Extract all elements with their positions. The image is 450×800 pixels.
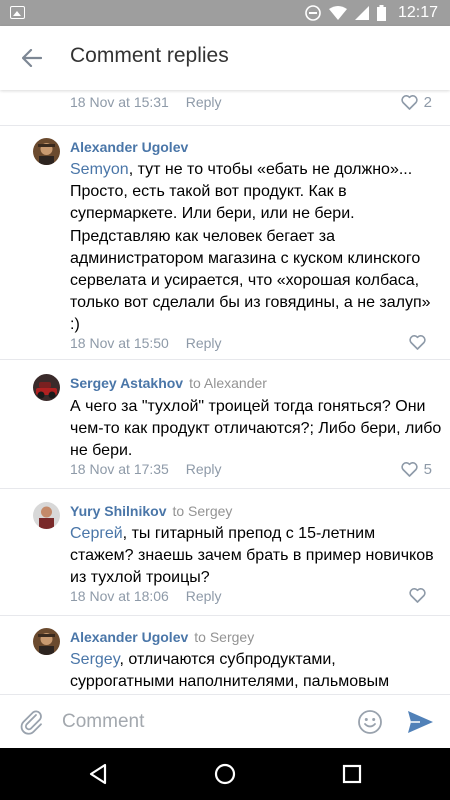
comment-author[interactable]: Yury Shilnikov bbox=[70, 503, 166, 519]
divider bbox=[0, 488, 450, 489]
comment-body: , тут не то чтобы «ебать не должно»... П… bbox=[70, 161, 431, 334]
nav-back-button[interactable] bbox=[86, 762, 110, 786]
comment-header: Alexander Ugolev to Sergey bbox=[70, 628, 254, 646]
dnd-icon bbox=[305, 5, 321, 21]
app-bar: Comment replies bbox=[0, 26, 450, 90]
image-icon bbox=[10, 6, 25, 19]
comment-author[interactable]: Sergey Astakhov bbox=[70, 375, 183, 391]
comment-header: Sergey Astakhov to Alexander bbox=[70, 374, 267, 392]
like-button[interactable] bbox=[409, 335, 432, 350]
reply-to[interactable]: to Sergey bbox=[172, 503, 232, 519]
back-button[interactable] bbox=[14, 40, 50, 76]
home-circle-icon bbox=[214, 763, 236, 785]
comment-text: А чего за "тухлой" троицей тогда гонятьс… bbox=[70, 396, 442, 463]
nav-recents-button[interactable] bbox=[340, 762, 364, 786]
replies-list[interactable]: 18 Nov at 15:31 Reply 2 Alexander Ugolev… bbox=[0, 90, 450, 694]
reply-button[interactable]: Reply bbox=[186, 94, 222, 110]
reply-button[interactable]: Reply bbox=[186, 335, 222, 351]
like-count: 5 bbox=[423, 461, 432, 478]
comment-text: Sergey, отличаются субпродуктами, суррог… bbox=[70, 649, 442, 693]
comment-header: Alexander Ugolev bbox=[70, 138, 188, 156]
comment-input[interactable] bbox=[62, 707, 342, 737]
system-nav-bar bbox=[0, 748, 450, 800]
reply-button[interactable]: Reply bbox=[186, 588, 222, 604]
avatar[interactable] bbox=[33, 138, 60, 165]
arrow-left-icon bbox=[22, 49, 42, 67]
nav-home-button[interactable] bbox=[213, 762, 237, 786]
send-icon bbox=[408, 711, 433, 733]
comment-text: Сергей, ты гитарный препод с 15-летним с… bbox=[70, 523, 442, 590]
comment-meta: 18 Nov at 15:31 Reply 2 bbox=[70, 94, 432, 116]
avatar[interactable] bbox=[33, 502, 60, 529]
wifi-icon bbox=[328, 6, 347, 20]
emoji-icon bbox=[358, 710, 382, 734]
back-triangle-icon bbox=[89, 763, 107, 785]
signal-icon bbox=[354, 6, 369, 20]
status-icons: 12:17 bbox=[305, 4, 438, 22]
attach-button[interactable] bbox=[18, 708, 46, 736]
comment-composer bbox=[0, 694, 450, 748]
comment-date: 18 Nov at 15:31 bbox=[70, 94, 169, 110]
comment-meta: 18 Nov at 18:06 Reply bbox=[70, 588, 432, 608]
comment-body: , ты гитарный препод с 15-летним стажем?… bbox=[70, 525, 434, 587]
divider bbox=[0, 615, 450, 616]
divider bbox=[0, 359, 450, 360]
comment-header: Yury Shilnikov to Sergey bbox=[70, 502, 232, 520]
comment-author[interactable]: Alexander Ugolev bbox=[70, 629, 188, 645]
comment-mention[interactable]: Sergey bbox=[70, 651, 120, 668]
paperclip-icon bbox=[20, 710, 42, 735]
heart-icon bbox=[409, 588, 426, 603]
heart-icon bbox=[401, 95, 418, 110]
status-time: 12:17 bbox=[397, 4, 438, 21]
emoji-button[interactable] bbox=[357, 709, 383, 735]
avatar[interactable] bbox=[33, 374, 60, 401]
page-title: Comment replies bbox=[70, 44, 229, 67]
comment-text: Semyon, тут не то чтобы «ебать не должно… bbox=[70, 159, 442, 337]
status-bar: 12:17 bbox=[0, 0, 450, 26]
like-button[interactable]: 2 bbox=[401, 94, 432, 111]
divider bbox=[0, 125, 450, 126]
comment-date: 18 Nov at 15:50 bbox=[70, 335, 169, 351]
heart-icon bbox=[409, 335, 426, 350]
comment-mention[interactable]: Semyon bbox=[70, 161, 129, 178]
comment-body: А чего за "тухлой" троицей тогда гонятьс… bbox=[70, 398, 442, 460]
reply-to[interactable]: to Sergey bbox=[194, 629, 254, 645]
comment-date: 18 Nov at 18:06 bbox=[70, 588, 169, 604]
comment-meta: 18 Nov at 17:35 Reply 5 bbox=[70, 461, 432, 481]
reply-to[interactable]: to Alexander bbox=[189, 375, 267, 391]
avatar[interactable] bbox=[33, 628, 60, 655]
reply-button[interactable]: Reply bbox=[186, 461, 222, 477]
comment-mention[interactable]: Сергей bbox=[70, 525, 123, 542]
like-count: 2 bbox=[423, 94, 432, 111]
recents-square-icon bbox=[342, 764, 362, 784]
heart-icon bbox=[401, 462, 418, 477]
comment-author[interactable]: Alexander Ugolev bbox=[70, 139, 188, 155]
comment-meta: 18 Nov at 15:50 Reply bbox=[70, 335, 432, 355]
like-button[interactable] bbox=[409, 588, 432, 603]
send-button[interactable] bbox=[406, 709, 434, 735]
comment-date: 18 Nov at 17:35 bbox=[70, 461, 169, 477]
battery-icon bbox=[376, 5, 386, 21]
like-button[interactable]: 5 bbox=[401, 461, 432, 478]
